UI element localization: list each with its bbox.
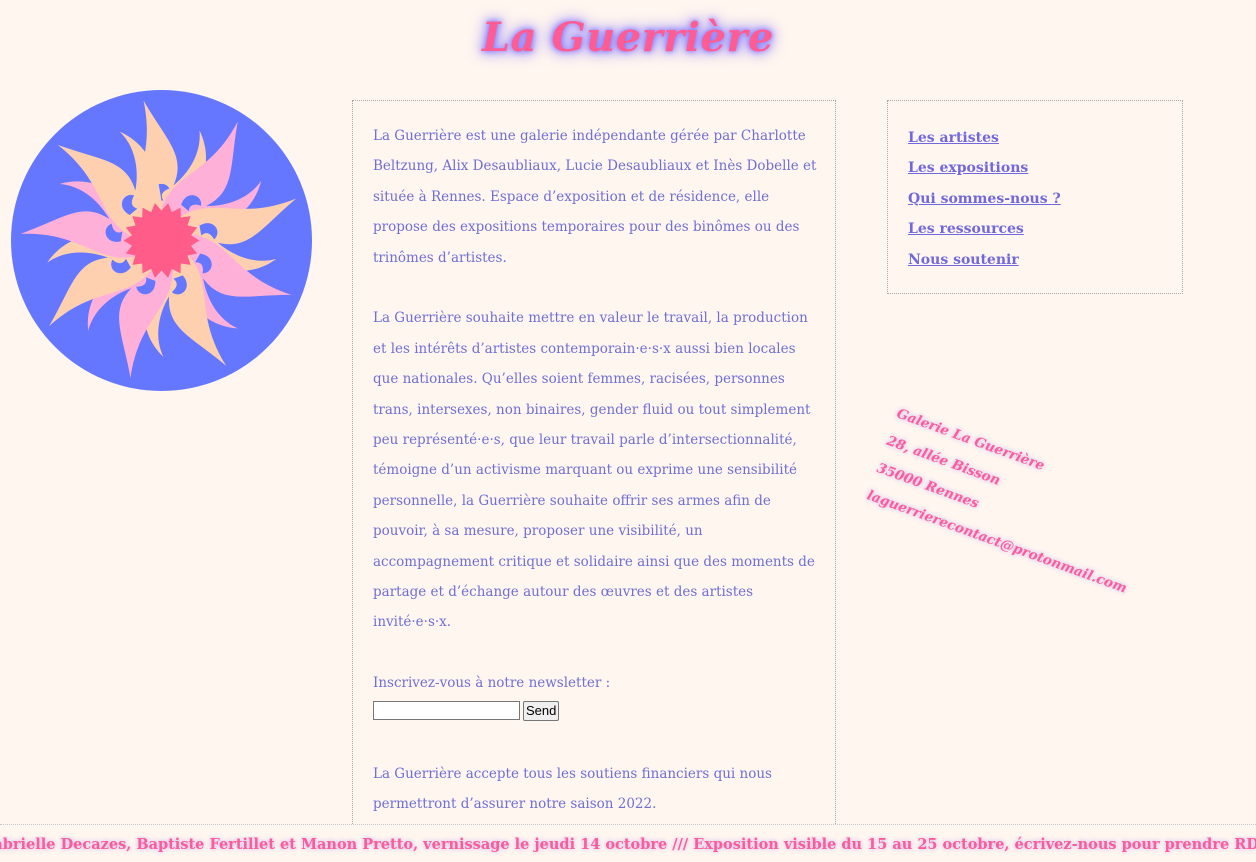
address-block: Galerie La Guerrière 28, allée Bisson 35…	[862, 400, 1184, 612]
nav-box: Les artistes Les expositions Qui sommes-…	[887, 100, 1183, 294]
footer-divider	[0, 824, 1256, 825]
intro-paragraph: La Guerrière est une galerie indépendant…	[373, 128, 817, 266]
main-content-box: La Guerrière est une galerie indépendant…	[352, 100, 836, 824]
nav-link-expositions[interactable]: Les expositions	[908, 160, 1028, 176]
nav-link-artistes[interactable]: Les artistes	[908, 130, 999, 146]
site-title: La Guerrière	[482, 14, 774, 61]
nav-menu: Les artistes Les expositions Qui sommes-…	[908, 122, 1061, 274]
support-paragraph: La Guerrière accepte tous les soutiens f…	[373, 765, 772, 813]
sun-flower-logo-icon	[11, 90, 312, 391]
newsletter-email-input[interactable]	[373, 701, 520, 721]
send-button[interactable]: Send	[523, 700, 560, 721]
nav-link-nous-soutenir[interactable]: Nous soutenir	[908, 252, 1019, 268]
newsletter-form: Send	[373, 699, 817, 723]
main-content: La Guerrière est une galerie indépendant…	[373, 121, 817, 850]
marquee-text: Gabrielle Decazes, Baptiste Fertillet et…	[0, 836, 1256, 853]
nav-link-qui-sommes-nous[interactable]: Qui sommes-nous ?	[908, 191, 1061, 207]
mission-paragraph: La Guerrière souhaite mettre en valeur l…	[373, 310, 815, 631]
nav-link-ressources[interactable]: Les ressources	[908, 221, 1024, 237]
news-marquee: Gabrielle Decazes, Baptiste Fertillet et…	[0, 836, 1256, 858]
newsletter-label: Inscrivez-vous à notre newsletter :	[373, 675, 611, 692]
